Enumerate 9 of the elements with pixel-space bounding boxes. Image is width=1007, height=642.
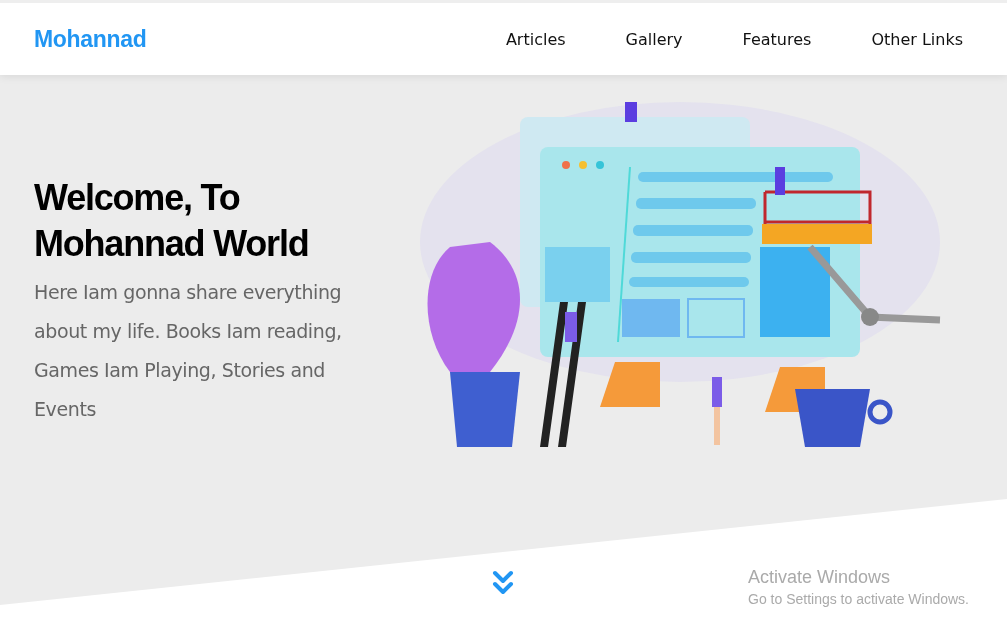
nav-link[interactable]: Features xyxy=(742,29,812,49)
hero-description: Here Iam gonna share everything about my life. Books Iam reading, Games Iam Playing, Stories and Events xyxy=(34,280,343,422)
double-chevron-down-icon[interactable] xyxy=(492,570,514,596)
nav-link[interactable]: Articles xyxy=(505,29,566,49)
activation-message: Go to Settings to activate Windows. xyxy=(748,590,969,608)
nav-link[interactable]: Other Links xyxy=(871,29,963,49)
nav-link[interactable]: Gallery xyxy=(625,29,683,49)
activation-title: Activate Windows xyxy=(748,567,892,588)
hero-title: Welcome, To Mohannad World xyxy=(34,176,310,266)
